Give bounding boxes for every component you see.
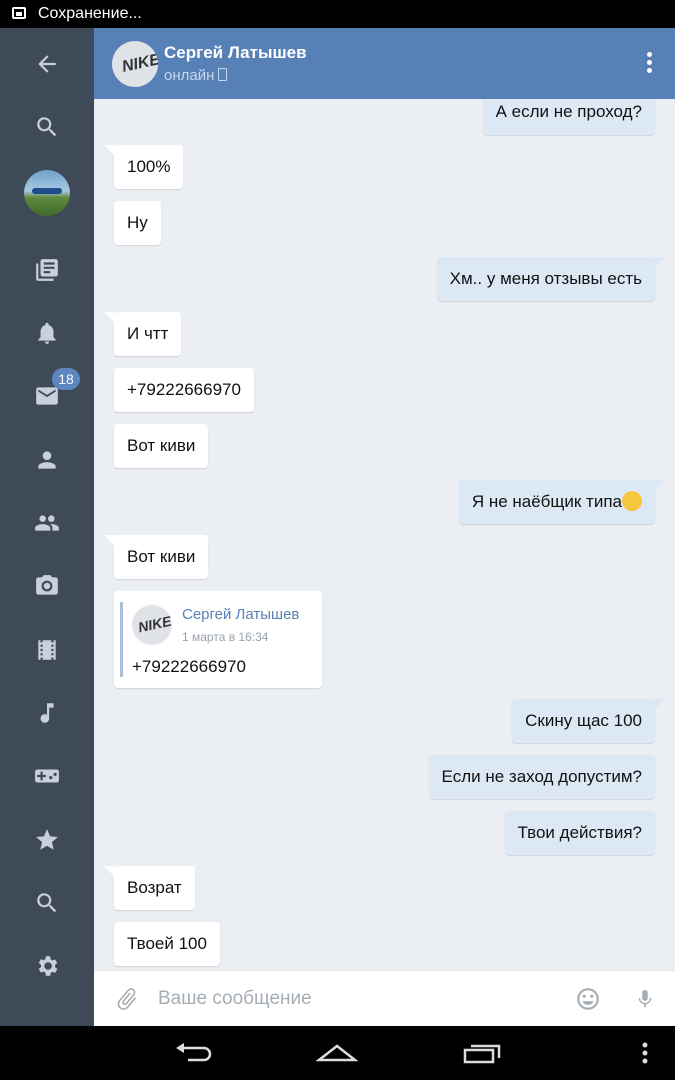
avatar-logo-text: NIKE (136, 612, 172, 636)
overflow-menu-icon[interactable] (640, 1040, 650, 1066)
message-incoming[interactable]: 100% (103, 145, 184, 189)
forwarded-date: 1 марта в 16:34 (182, 630, 269, 644)
film-icon[interactable] (0, 625, 94, 675)
search-icon[interactable] (0, 102, 94, 152)
contact-avatar[interactable]: NIKE (112, 41, 158, 87)
chat-header: NIKE Сергей Латышев онлайн (94, 28, 675, 99)
gamepad-icon[interactable] (0, 751, 94, 801)
forwarded-message[interactable]: NIKE Сергей Латышев 1 марта в 16:34 +792… (114, 591, 322, 688)
status-text: Сохранение... (38, 5, 142, 22)
message-outgoing[interactable]: Твои действия? (504, 811, 655, 855)
attach-icon[interactable] (114, 986, 140, 1012)
message-incoming[interactable]: Твоей 100 (114, 922, 220, 966)
emoji-icon (622, 491, 642, 511)
contact-status: онлайн (164, 67, 228, 84)
microphone-icon[interactable] (634, 985, 656, 1013)
search-icon[interactable] (0, 878, 94, 928)
composer (94, 970, 675, 1026)
mobile-icon (218, 68, 228, 81)
avatar-logo-text: NIKE (120, 51, 158, 76)
status-bar: Сохранение... (0, 0, 675, 28)
message-incoming[interactable]: +79222666970 (114, 368, 254, 412)
forwarded-author[interactable]: Сергей Латышев (182, 606, 299, 623)
back-arrow-icon[interactable] (0, 39, 94, 89)
friends-icon[interactable] (0, 498, 94, 548)
message-outgoing[interactable]: Скину щас 100 (512, 699, 665, 743)
message-outgoing[interactable]: Если не заход допустим? (428, 755, 655, 799)
unread-badge: 18 (52, 368, 80, 390)
contact-name[interactable]: Сергей Латышев (164, 43, 307, 63)
news-icon[interactable] (0, 245, 94, 295)
emoji-picker-icon[interactable] (575, 986, 601, 1012)
message-incoming[interactable]: Ну (114, 201, 161, 245)
image-icon (12, 7, 26, 19)
forwarded-text: +79222666970 (132, 657, 246, 676)
more-menu-icon[interactable] (645, 52, 653, 76)
quote-bar (120, 602, 123, 677)
message-incoming[interactable]: И чтт (103, 312, 182, 356)
back-icon[interactable] (174, 1040, 214, 1066)
music-icon[interactable] (0, 688, 94, 738)
message-outgoing[interactable]: Я не наёбщик типа (458, 480, 666, 524)
message-incoming[interactable]: Вот киви (103, 535, 209, 579)
star-icon[interactable] (0, 815, 94, 865)
recent-apps-icon[interactable] (462, 1040, 502, 1066)
message-input[interactable] (156, 983, 550, 1015)
message-incoming[interactable]: Вот киви (114, 424, 209, 468)
camera-icon[interactable] (0, 561, 94, 611)
forwarded-avatar: NIKE (132, 605, 172, 645)
person-icon[interactable] (0, 435, 94, 485)
gear-icon[interactable] (0, 941, 94, 991)
sidebar-user-avatar[interactable] (0, 168, 94, 218)
message-list[interactable]: А если не проход? 100% Ну Хм.. у меня от… (94, 99, 675, 970)
message-outgoing[interactable]: А если не проход? (482, 99, 655, 135)
message-incoming[interactable]: Возрат (104, 866, 195, 910)
home-icon[interactable] (316, 1040, 358, 1066)
sidebar: 18 (0, 28, 94, 1026)
avatar (24, 170, 70, 216)
bell-icon[interactable] (0, 308, 94, 358)
message-outgoing[interactable]: Хм.. у меня отзывы есть (436, 257, 666, 301)
system-nav-bar (0, 1026, 675, 1080)
